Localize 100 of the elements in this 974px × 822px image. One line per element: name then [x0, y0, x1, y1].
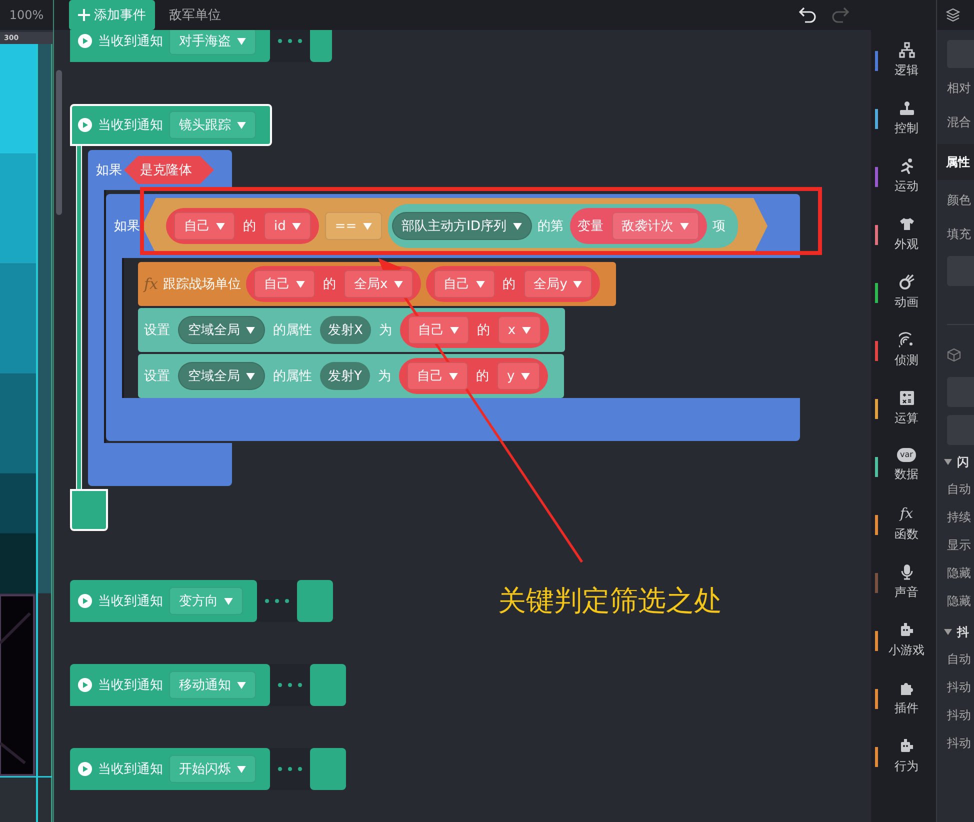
- condition-block[interactable]: 是克隆体: [124, 156, 214, 184]
- dropdown-field[interactable]: ==: [324, 212, 382, 240]
- caret-icon: [522, 326, 531, 334]
- block-text: 是克隆体: [140, 162, 192, 179]
- play-icon: [78, 678, 92, 692]
- value-field[interactable]: 发射Y: [320, 362, 370, 390]
- property-label: 抖动: [946, 706, 972, 724]
- dropdown-field[interactable]: 敌袭计次: [612, 212, 699, 240]
- dropdown-field[interactable]: id: [264, 212, 311, 240]
- collapsed-dots-icon[interactable]: [270, 664, 310, 706]
- reporter-block[interactable]: 自己 的 x: [400, 312, 549, 348]
- category-tab[interactable]: 行为: [871, 738, 936, 796]
- event-block[interactable]: 当收到通知 对手海盗: [70, 30, 270, 62]
- block-text: 当收到通知: [98, 33, 163, 50]
- category-tab[interactable]: 动画: [871, 274, 936, 332]
- block-text: 的: [323, 276, 336, 293]
- dropdown-field[interactable]: 自己: [254, 270, 316, 298]
- event-block[interactable]: 当收到通知 镜头跟踪: [70, 104, 272, 146]
- caret-icon: [292, 222, 301, 230]
- block-text: 为: [378, 322, 392, 339]
- dropdown-field[interactable]: 变方向: [169, 587, 243, 615]
- plus-icon: [78, 9, 90, 21]
- collapsed-dots-icon[interactable]: [270, 30, 310, 62]
- function-call-block[interactable]: fx 跟踪战场单位 自己 的 全局x 自己 的 全局y: [138, 262, 616, 306]
- category-tab[interactable]: 插件: [871, 680, 936, 738]
- caret-icon: [296, 280, 306, 288]
- reporter-block[interactable]: 部队主动方ID序列 的第 变量 敌袭计次 项: [388, 204, 738, 248]
- category-tab[interactable]: 逻辑: [871, 42, 936, 100]
- caret-icon: [237, 122, 246, 128]
- property-label: 隐藏: [946, 564, 972, 582]
- cube-icon: [947, 348, 961, 362]
- dropdown-field[interactable]: 镜头跟踪: [169, 111, 256, 139]
- collapsed-dots-icon[interactable]: [270, 748, 310, 790]
- block-text: 的: [476, 322, 490, 339]
- puzzle-icon: [898, 680, 914, 696]
- event-block-end: [310, 30, 332, 62]
- undo-icon[interactable]: [799, 7, 817, 23]
- value-field[interactable]: 发射X: [320, 316, 371, 344]
- reporter-block[interactable]: 自己 的 y: [398, 358, 548, 394]
- dropdown-field[interactable]: 开始闪烁: [169, 755, 256, 783]
- variable-block[interactable]: 变量 敌袭计次: [570, 208, 707, 244]
- dropdown-field[interactable]: 自己: [408, 316, 469, 344]
- zoom-level[interactable]: 100%: [0, 0, 53, 30]
- category-tab[interactable]: 外观: [871, 216, 936, 274]
- block-text: 的: [502, 276, 516, 293]
- block-text: 项: [712, 218, 726, 235]
- category-tab[interactable]: 小游戏: [871, 622, 936, 680]
- block-text: 的属性: [273, 322, 312, 339]
- if-block[interactable]: 如果 是克隆体: [88, 150, 232, 190]
- dropdown-field[interactable]: 全局x: [344, 270, 413, 298]
- dropdown-field[interactable]: 自己: [406, 362, 468, 390]
- dropdown-field[interactable]: 空域全局: [178, 316, 265, 344]
- if-block[interactable]: 如果 自己 的 id == 部队主动方ID序列 的第 变量 敌袭计次 项: [106, 194, 800, 258]
- property-label: 持续: [946, 508, 972, 526]
- category-tab[interactable]: 运动: [871, 158, 936, 216]
- category-tab[interactable]: 侦测: [871, 332, 936, 390]
- collapse-arrow-icon[interactable]: [944, 459, 952, 465]
- caret-icon: [573, 280, 582, 288]
- event-block[interactable]: 当收到通知 变方向: [70, 580, 257, 622]
- dropdown-field[interactable]: 自己: [434, 270, 495, 298]
- microphone-icon: [898, 564, 914, 580]
- sprite-name[interactable]: 敌军单位: [169, 6, 221, 24]
- caret-icon: [216, 222, 225, 230]
- layers-icon: [946, 8, 960, 22]
- category-tab[interactable]: fx 函数: [871, 506, 936, 564]
- collapsed-dots-icon[interactable]: [257, 580, 297, 622]
- dropdown-field[interactable]: 全局y: [524, 270, 592, 298]
- event-block[interactable]: 当收到通知 开始闪烁: [70, 748, 270, 790]
- scrollbar[interactable]: [56, 70, 62, 215]
- reporter-block[interactable]: 自己 的 全局x: [246, 266, 421, 302]
- property-label: 颜色: [946, 192, 972, 208]
- collapse-arrow-icon[interactable]: [944, 629, 952, 635]
- category-tab[interactable]: var 数据: [871, 448, 936, 506]
- block-text: 的第: [538, 218, 564, 235]
- play-icon: [78, 594, 92, 608]
- condition-block[interactable]: 自己 的 id == 部队主动方ID序列 的第 变量 敌袭计次 项: [142, 198, 768, 254]
- event-block-end: [310, 664, 346, 706]
- event-block[interactable]: 当收到通知 移动通知: [70, 664, 270, 706]
- add-event-button[interactable]: 添加事件: [69, 0, 155, 30]
- block-text: 跟踪战场单位: [163, 276, 242, 293]
- set-property-block[interactable]: 设置 空域全局 的属性 发射X 为 自己 的 x: [138, 308, 565, 352]
- dropdown-field[interactable]: 对手海盗: [169, 30, 256, 55]
- reporter-block[interactable]: 自己 的 全局y: [426, 266, 600, 302]
- dropdown-field[interactable]: y: [496, 362, 540, 390]
- property-label: 填充: [946, 226, 972, 242]
- dropdown-field[interactable]: 空域全局: [178, 362, 265, 390]
- dropdown-field[interactable]: 移动通知: [169, 671, 256, 699]
- dropdown-field[interactable]: 部队主动方ID序列: [392, 212, 532, 240]
- runner-icon: [898, 158, 914, 174]
- shirt-icon: [898, 216, 914, 232]
- reporter-block[interactable]: 自己 的 id: [166, 208, 319, 244]
- dropdown-field[interactable]: 自己: [174, 212, 235, 240]
- category-tab[interactable]: 运算: [871, 390, 936, 448]
- property-label: 抖动: [946, 734, 972, 752]
- category-tab[interactable]: 控制: [871, 100, 936, 158]
- block-text: 的: [243, 218, 256, 235]
- set-property-block[interactable]: 设置 空域全局 的属性 发射Y 为 自己 的 y: [138, 354, 564, 398]
- property-label: 抖动: [946, 678, 972, 696]
- category-tab[interactable]: 声音: [871, 564, 936, 622]
- dropdown-field[interactable]: x: [498, 316, 541, 344]
